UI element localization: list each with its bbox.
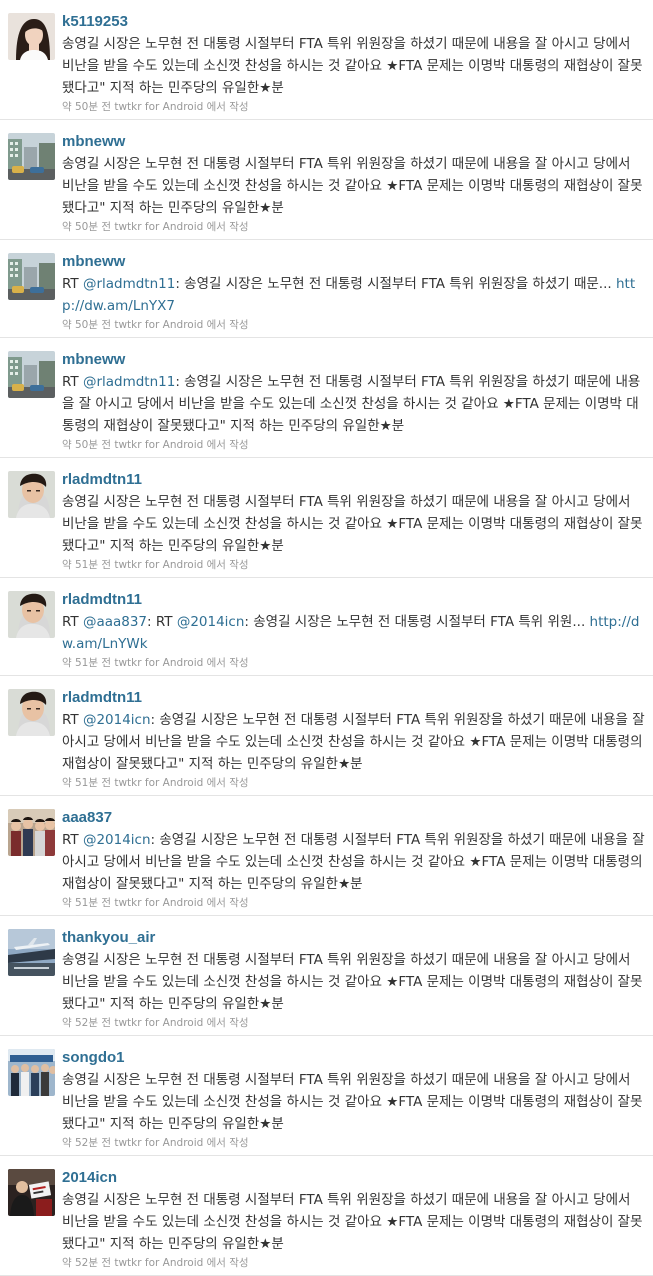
tweet-text: RT @rladmdtn11: 송영길 시장은 노무현 전 대통령 시절부터 F… <box>62 371 645 437</box>
avatar[interactable] <box>8 13 55 60</box>
avatar[interactable] <box>8 929 55 976</box>
mention-link[interactable]: @rladmdtn11 <box>83 276 175 292</box>
tweet-meta: 약 51분 전 twtkr for Android 에서 작성 <box>62 559 249 571</box>
avatar[interactable] <box>8 1049 55 1096</box>
mention-link[interactable]: @2014icn <box>177 614 245 630</box>
tweet-text: RT @2014icn: 송영길 시장은 노무현 전 대통령 시절부터 FTA … <box>62 709 645 775</box>
tweet-item: k5119253 송영길 시장은 노무현 전 대통령 시절부터 FTA 특위 위원… <box>0 0 653 120</box>
tweet-item: mbneww RT @rladmdtn11: 송영길 시장은 노무현 전 대통령 … <box>0 338 653 458</box>
username-link[interactable]: k5119253 <box>62 12 645 31</box>
tweet-item: mbneww 송영길 시장은 노무현 전 대통령 시절부터 FTA 특위 위원장을… <box>0 120 653 240</box>
avatar[interactable] <box>8 133 55 180</box>
tweet-item: rladmdtn11 RT @aaa837: RT @2014icn: 송영길 시… <box>0 578 653 676</box>
username-link[interactable]: mbneww <box>62 132 645 151</box>
tweet-text: 송영길 시장은 노무현 전 대통령 시절부터 FTA 특위 위원장을 하셨기 때… <box>62 1189 645 1255</box>
tweet-item: 2014icn 송영길 시장은 노무현 전 대통령 시절부터 FTA 특위 위원장… <box>0 1156 653 1276</box>
tweet-text: 송영길 시장은 노무현 전 대통령 시절부터 FTA 특위 위원장을 하셨기 때… <box>62 1069 645 1135</box>
rally-photo-avatar <box>8 1169 55 1216</box>
avatar[interactable] <box>8 689 55 736</box>
group-photo-avatar <box>8 809 55 856</box>
tweet-text: 송영길 시장은 노무현 전 대통령 시절부터 FTA 특위 위원장을 하셨기 때… <box>62 491 645 557</box>
mention-link[interactable]: @rladmdtn11 <box>83 374 175 390</box>
tweet-text-segment: RT <box>62 712 83 728</box>
username-link[interactable]: 2014icn <box>62 1168 645 1187</box>
username-link[interactable]: rladmdtn11 <box>62 470 645 489</box>
tweet-text-segment: 송영길 시장은 노무현 전 대통령 시절부터 FTA 특위 위원장을 하셨기 때… <box>62 952 643 1012</box>
city-street-avatar <box>8 133 55 180</box>
avatar[interactable] <box>8 253 55 300</box>
tweet-text-segment: : RT <box>147 614 177 630</box>
tweet-text: RT @rladmdtn11: 송영길 시장은 노무현 전 대통령 시절부터 F… <box>62 273 645 317</box>
city-street-avatar <box>8 253 55 300</box>
crowd-photo-avatar <box>8 1049 55 1096</box>
tweet-meta: 약 50분 전 twtkr for Android 에서 작성 <box>62 101 249 113</box>
tweet-feed: k5119253 송영길 시장은 노무현 전 대통령 시절부터 FTA 특위 위원… <box>0 0 653 1276</box>
tweet-item: rladmdtn11 송영길 시장은 노무현 전 대통령 시절부터 FTA 특위 … <box>0 458 653 578</box>
tweet-text-segment: 송영길 시장은 노무현 전 대통령 시절부터 FTA 특위 위원장을 하셨기 때… <box>62 156 643 216</box>
airport-avatar <box>8 929 55 976</box>
tweet-text: RT @aaa837: RT @2014icn: 송영길 시장은 노무현 전 대… <box>62 611 645 655</box>
tweet-text-segment: RT <box>62 374 83 390</box>
tweet-text-segment: : 송영길 시장은 노무현 전 대통령 시절부터 FTA 특위 위원장을 하셨기… <box>175 276 616 292</box>
tweet-meta: 약 52분 전 twtkr for Android 에서 작성 <box>62 1257 249 1269</box>
tweet-meta: 약 52분 전 twtkr for Android 에서 작성 <box>62 1017 249 1029</box>
avatar[interactable] <box>8 591 55 638</box>
woman-portrait-avatar <box>8 13 55 60</box>
city-street-avatar <box>8 351 55 398</box>
tweet-text-segment: 송영길 시장은 노무현 전 대통령 시절부터 FTA 특위 위원장을 하셨기 때… <box>62 494 643 554</box>
boy-portrait-avatar <box>8 591 55 638</box>
boy-portrait-avatar <box>8 471 55 518</box>
tweet-text-segment: 송영길 시장은 노무현 전 대통령 시절부터 FTA 특위 위원장을 하셨기 때… <box>62 1192 643 1252</box>
tweet-text-segment: RT <box>62 276 83 292</box>
mention-link[interactable]: @2014icn <box>83 832 151 848</box>
tweet-meta: 약 50분 전 twtkr for Android 에서 작성 <box>62 439 249 451</box>
avatar[interactable] <box>8 471 55 518</box>
mention-link[interactable]: @2014icn <box>83 712 151 728</box>
tweet-text: 송영길 시장은 노무현 전 대통령 시절부터 FTA 특위 위원장을 하셨기 때… <box>62 33 645 99</box>
tweet-text-segment: 송영길 시장은 노무현 전 대통령 시절부터 FTA 특위 위원장을 하셨기 때… <box>62 36 643 96</box>
tweet-text: 송영길 시장은 노무현 전 대통령 시절부터 FTA 특위 위원장을 하셨기 때… <box>62 153 645 219</box>
tweet-meta: 약 52분 전 twtkr for Android 에서 작성 <box>62 1137 249 1149</box>
username-link[interactable]: mbneww <box>62 350 645 369</box>
tweet-text-segment: RT <box>62 614 83 630</box>
tweet-item: thankyou_air 송영길 시장은 노무현 전 대통령 시절부터 FTA 특… <box>0 916 653 1036</box>
tweet-item: mbneww RT @rladmdtn11: 송영길 시장은 노무현 전 대통령 … <box>0 240 653 338</box>
avatar[interactable] <box>8 809 55 856</box>
mention-link[interactable]: @aaa837 <box>83 614 147 630</box>
tweet-item: songdo1 송영길 시장은 노무현 전 대통령 시절부터 FTA 특위 위원장… <box>0 1036 653 1156</box>
tweet-item: aaa837 RT @2014icn: 송영길 시장은 노무현 전 대통령 시절부… <box>0 796 653 916</box>
username-link[interactable]: mbneww <box>62 252 645 271</box>
username-link[interactable]: thankyou_air <box>62 928 645 947</box>
tweet-text-segment: : 송영길 시장은 노무현 전 대통령 시절부터 FTA 특위 위원... <box>244 614 590 630</box>
tweet-text-segment: RT <box>62 832 83 848</box>
boy-portrait-avatar <box>8 689 55 736</box>
avatar[interactable] <box>8 1169 55 1216</box>
avatar[interactable] <box>8 351 55 398</box>
tweet-item: rladmdtn11 RT @2014icn: 송영길 시장은 노무현 전 대통령… <box>0 676 653 796</box>
username-link[interactable]: rladmdtn11 <box>62 688 645 707</box>
username-link[interactable]: rladmdtn11 <box>62 590 645 609</box>
tweet-meta: 약 51분 전 twtkr for Android 에서 작성 <box>62 777 249 789</box>
tweet-text-segment: 송영길 시장은 노무현 전 대통령 시절부터 FTA 특위 위원장을 하셨기 때… <box>62 1072 643 1132</box>
username-link[interactable]: aaa837 <box>62 808 645 827</box>
tweet-meta: 약 51분 전 twtkr for Android 에서 작성 <box>62 657 249 669</box>
tweet-text: 송영길 시장은 노무현 전 대통령 시절부터 FTA 특위 위원장을 하셨기 때… <box>62 949 645 1015</box>
tweet-meta: 약 50분 전 twtkr for Android 에서 작성 <box>62 221 249 233</box>
tweet-text: RT @2014icn: 송영길 시장은 노무현 전 대통령 시절부터 FTA … <box>62 829 645 895</box>
tweet-meta: 약 50분 전 twtkr for Android 에서 작성 <box>62 319 249 331</box>
username-link[interactable]: songdo1 <box>62 1048 645 1067</box>
tweet-meta: 약 51분 전 twtkr for Android 에서 작성 <box>62 897 249 909</box>
